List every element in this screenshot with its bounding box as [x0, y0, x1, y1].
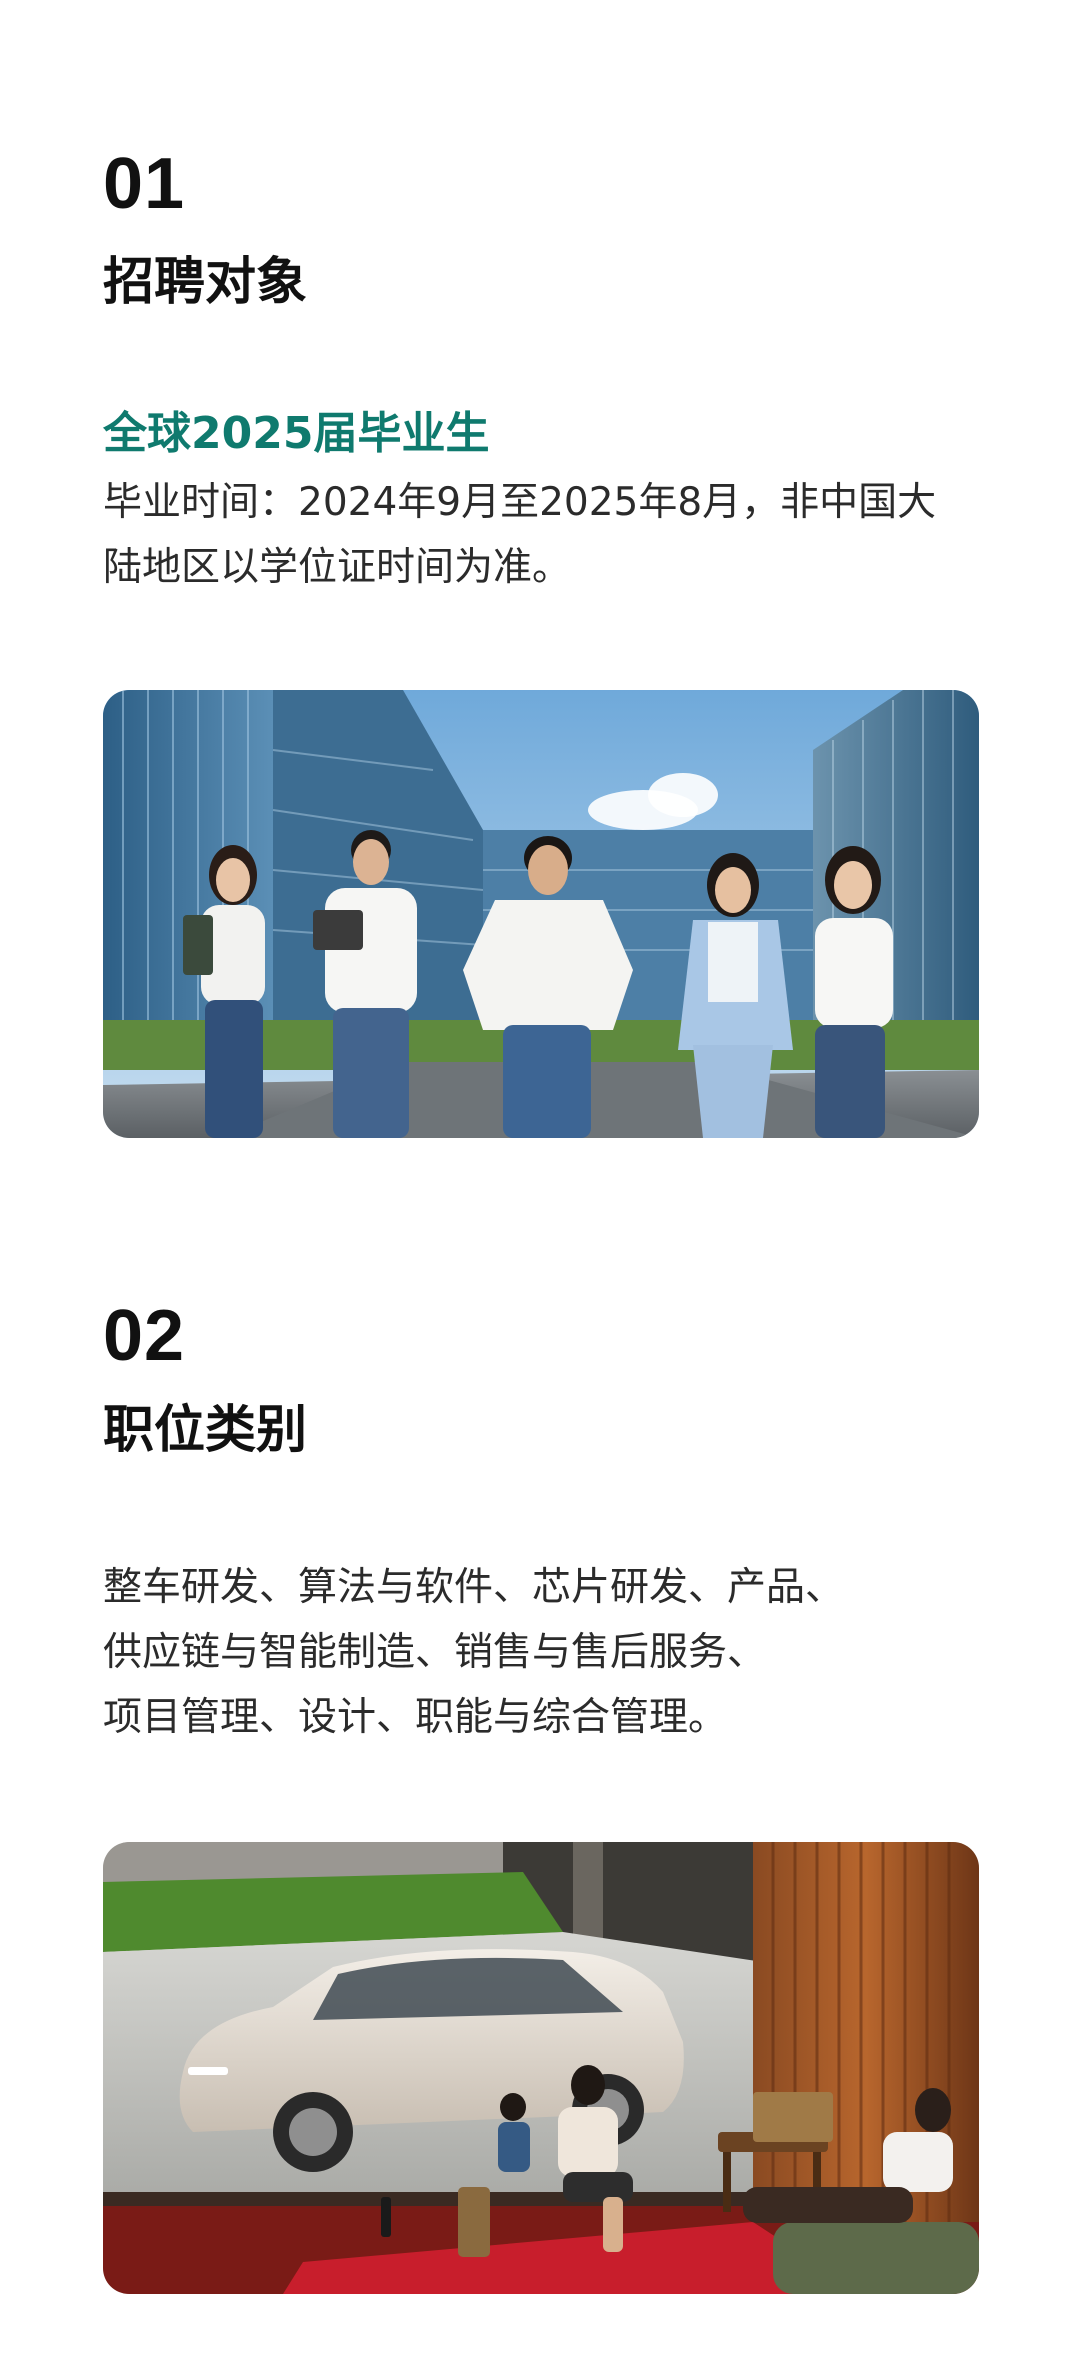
- section-title: 招聘对象: [103, 253, 308, 312]
- section-number: 01: [103, 144, 186, 224]
- section-job-categories: 02: [103, 1300, 983, 1372]
- section-title: 职位类别: [103, 1401, 308, 1460]
- categories-line-3: 项目管理、设计、职能与综合管理。: [103, 1695, 728, 1740]
- section-number: 02: [103, 1296, 186, 1376]
- section-title-wrap-2: 职位类别: [103, 1400, 983, 1461]
- graduation-time-line-2: 陆地区以学位证时间为准。: [103, 545, 572, 590]
- categories-line-1: 整车研发、算法与软件、芯片研发、产品、: [103, 1565, 845, 1610]
- campus-graduates-photo: [103, 690, 979, 1138]
- car-family-photo: [103, 1842, 979, 2294]
- highlight-wrap: 全球2025届毕业生: [103, 408, 983, 461]
- description-wrap: 毕业时间：2024年9月至2025年8月，非中国大 陆地区以学位证时间为准。: [103, 470, 983, 600]
- categories-wrap: 整车研发、算法与软件、芯片研发、产品、 供应链与智能制造、销售与售后服务、 项目…: [103, 1555, 983, 1750]
- graduate-highlight: 全球2025届毕业生: [103, 408, 490, 459]
- categories-line-2: 供应链与智能制造、销售与售后服务、: [103, 1630, 767, 1675]
- section-recruitment-target: 01: [103, 148, 983, 220]
- graduation-time-line-1: 毕业时间：2024年9月至2025年8月，非中国大: [103, 480, 937, 525]
- section-title-wrap: 招聘对象: [103, 252, 983, 313]
